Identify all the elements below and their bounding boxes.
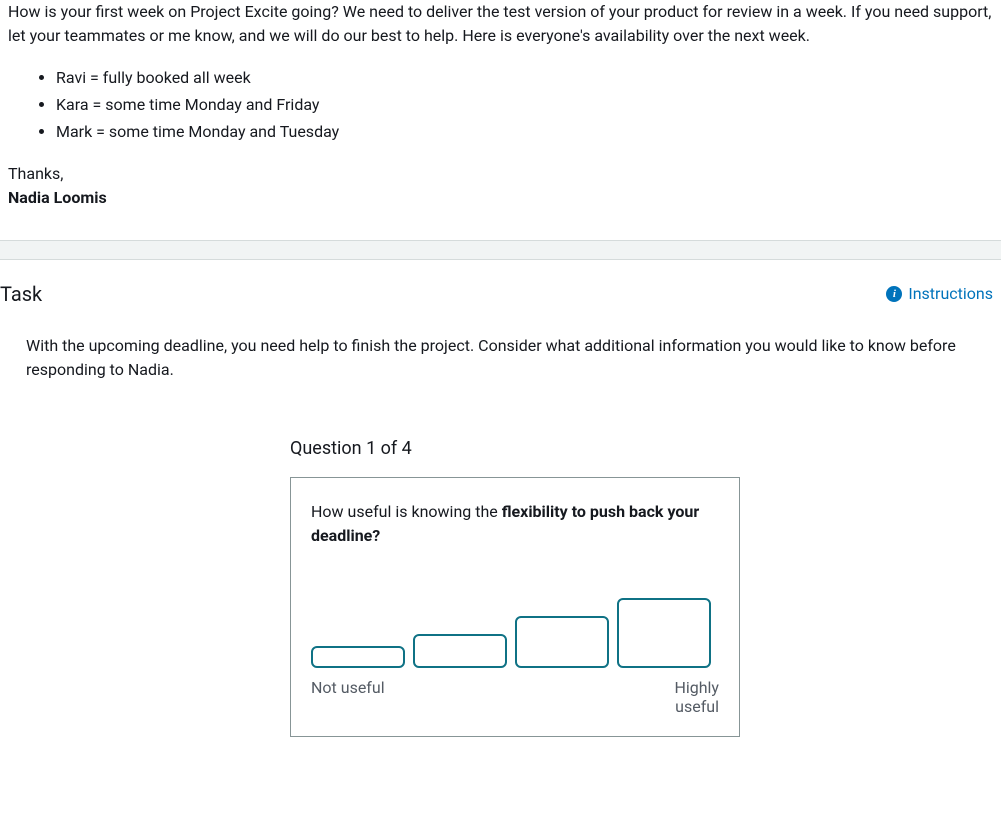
email-intro: How is your first week on Project Excite… xyxy=(8,0,993,48)
email-sender: Nadia Loomis xyxy=(8,188,107,207)
task-title: Task xyxy=(0,282,42,306)
availability-list: Ravi = fully booked all week Kara = some… xyxy=(56,64,993,146)
rating-label-high: Highly useful xyxy=(674,678,719,716)
list-item: Kara = some time Monday and Friday xyxy=(56,91,993,118)
email-section: How is your first week on Project Excite… xyxy=(0,0,1001,210)
rating-option-4[interactable] xyxy=(617,598,711,668)
task-prompt: With the upcoming deadline, you need hel… xyxy=(0,324,993,382)
rating-option-3[interactable] xyxy=(515,616,609,668)
email-thanks: Thanks, xyxy=(8,162,993,186)
email-body: How is your first week on Project Excite… xyxy=(8,0,993,210)
section-separator xyxy=(0,240,1001,260)
rating-labels: Not useful Highly useful xyxy=(311,678,719,716)
question-block: Question 1 of 4 How useful is knowing th… xyxy=(290,438,740,737)
instructions-label: Instructions xyxy=(908,284,993,303)
instructions-link[interactable]: i Instructions xyxy=(886,284,993,303)
rating-label-low: Not useful xyxy=(311,678,385,716)
question-card: How useful is knowing the flexibility to… xyxy=(290,477,740,737)
email-signoff: Thanks, Nadia Loomis xyxy=(8,162,993,210)
question-prefix: How useful is knowing the xyxy=(311,502,502,521)
rating-option-1[interactable] xyxy=(311,646,405,668)
question-text: How useful is knowing the flexibility to… xyxy=(311,500,719,548)
info-icon: i xyxy=(886,286,902,302)
list-item: Mark = some time Monday and Tuesday xyxy=(56,118,993,145)
rating-bars xyxy=(311,598,719,668)
rating-label-high-1: Highly xyxy=(674,678,719,697)
rating-option-2[interactable] xyxy=(413,634,507,668)
rating-label-high-2: useful xyxy=(675,697,719,716)
task-header: Task i Instructions xyxy=(0,272,993,324)
task-section: Task i Instructions With the upcoming de… xyxy=(0,260,1001,737)
list-item: Ravi = fully booked all week xyxy=(56,64,993,91)
question-counter: Question 1 of 4 xyxy=(290,438,740,459)
